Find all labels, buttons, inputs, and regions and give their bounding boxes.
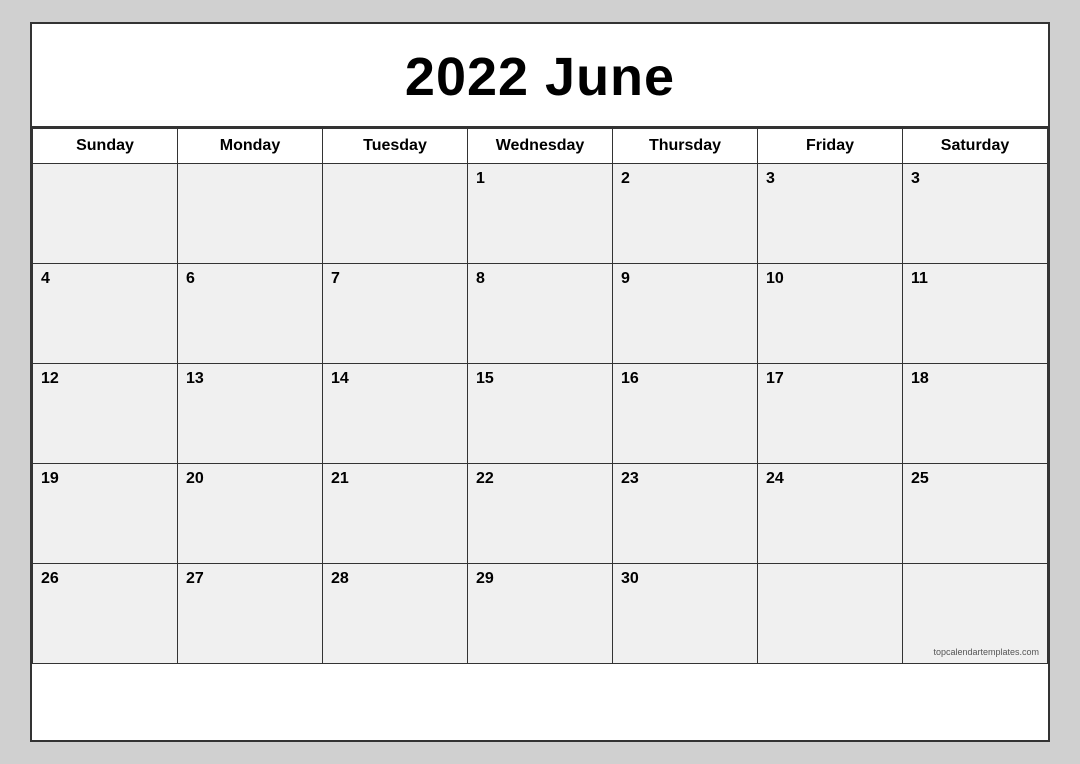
day-number: 20	[186, 470, 314, 488]
calendar-title: 2022 June	[405, 47, 675, 107]
day-cell: 1	[468, 164, 613, 264]
day-cell: 7	[323, 264, 468, 364]
day-cell: 26	[33, 564, 178, 664]
day-number: 8	[476, 270, 604, 288]
day-cell: 2	[613, 164, 758, 264]
day-number: 14	[331, 370, 459, 388]
day-number: 3	[911, 170, 1039, 188]
day-cell: 9	[613, 264, 758, 364]
day-number: 29	[476, 570, 604, 588]
day-number: 26	[41, 570, 169, 588]
week-row-1: 1233	[33, 164, 1048, 264]
day-number: 3	[766, 170, 894, 188]
day-headers-row: SundayMondayTuesdayWednesdayThursdayFrid…	[33, 129, 1048, 164]
day-cell: 3	[903, 164, 1048, 264]
day-header-friday: Friday	[758, 129, 903, 164]
day-cell: 12	[33, 364, 178, 464]
day-number: 22	[476, 470, 604, 488]
day-number: 6	[186, 270, 314, 288]
week-row-5: 26 27 28 29 30 topcalendartemplates.com	[33, 564, 1048, 664]
day-header-saturday: Saturday	[903, 129, 1048, 164]
day-header-monday: Monday	[178, 129, 323, 164]
day-number: 24	[766, 470, 894, 488]
day-number: 1	[476, 170, 604, 188]
day-cell	[33, 164, 178, 264]
day-number: 10	[766, 270, 894, 288]
day-cell: 10	[758, 264, 903, 364]
day-cell: 29	[468, 564, 613, 664]
day-number: 15	[476, 370, 604, 388]
day-cell: 28	[323, 564, 468, 664]
day-cell: 4	[33, 264, 178, 364]
week-row-3: 12 13 14 15 16 17 18	[33, 364, 1048, 464]
day-cell	[178, 164, 323, 264]
day-number: 12	[41, 370, 169, 388]
week-row-4: 19 20 21 22 23 24 25	[33, 464, 1048, 564]
day-number: 25	[911, 470, 1039, 488]
day-cell: 6	[178, 264, 323, 364]
day-number: 23	[621, 470, 749, 488]
day-number: 27	[186, 570, 314, 588]
day-number: 13	[186, 370, 314, 388]
day-cell: 17	[758, 364, 903, 464]
day-cell: 11	[903, 264, 1048, 364]
day-header-sunday: Sunday	[33, 129, 178, 164]
day-number: 30	[621, 570, 749, 588]
day-number: 17	[766, 370, 894, 388]
day-number: 4	[41, 270, 169, 288]
calendar-container: 2022 June SundayMondayTuesdayWednesdayTh…	[30, 22, 1050, 742]
watermark: topcalendartemplates.com	[933, 647, 1039, 657]
day-cell: 13	[178, 364, 323, 464]
day-number: 21	[331, 470, 459, 488]
day-number: 9	[621, 270, 749, 288]
day-number: 28	[331, 570, 459, 588]
day-cell: 23	[613, 464, 758, 564]
day-number: 7	[331, 270, 459, 288]
day-cell: topcalendartemplates.com	[903, 564, 1048, 664]
day-header-thursday: Thursday	[613, 129, 758, 164]
week-row-2: 46789 10 11	[33, 264, 1048, 364]
day-number: 18	[911, 370, 1039, 388]
day-number: 2	[621, 170, 749, 188]
day-header-tuesday: Tuesday	[323, 129, 468, 164]
day-cell: 25	[903, 464, 1048, 564]
day-number: 11	[911, 270, 1039, 288]
calendar-header: 2022 June	[32, 24, 1048, 128]
day-cell: 8	[468, 264, 613, 364]
calendar-table: SundayMondayTuesdayWednesdayThursdayFrid…	[32, 128, 1048, 664]
day-cell	[758, 564, 903, 664]
day-cell: 22	[468, 464, 613, 564]
day-cell: 30	[613, 564, 758, 664]
day-cell: 3	[758, 164, 903, 264]
day-cell: 24	[758, 464, 903, 564]
day-cell: 21	[323, 464, 468, 564]
day-cell: 27	[178, 564, 323, 664]
day-cell: 16	[613, 364, 758, 464]
day-cell: 18	[903, 364, 1048, 464]
day-number: 19	[41, 470, 169, 488]
day-number: 16	[621, 370, 749, 388]
day-cell: 14	[323, 364, 468, 464]
day-cell: 15	[468, 364, 613, 464]
day-header-wednesday: Wednesday	[468, 129, 613, 164]
day-cell	[323, 164, 468, 264]
day-cell: 20	[178, 464, 323, 564]
day-cell: 19	[33, 464, 178, 564]
